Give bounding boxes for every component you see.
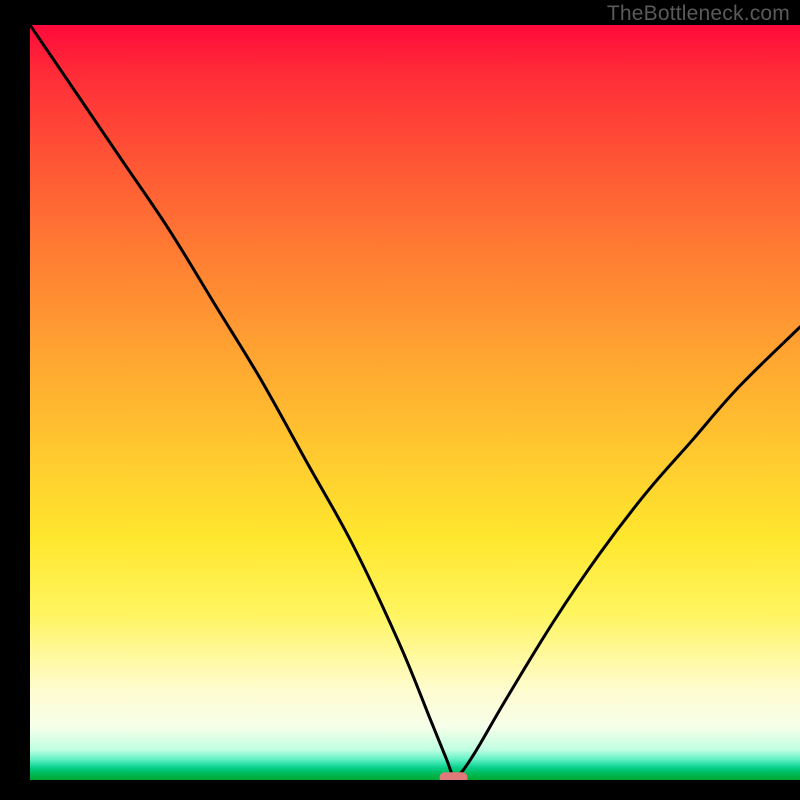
curve-layer — [30, 25, 800, 780]
chart-container: TheBottleneck.com — [0, 0, 800, 800]
bottleneck-curve — [30, 25, 800, 777]
attribution-text: TheBottleneck.com — [607, 2, 790, 26]
plot-area — [30, 25, 800, 780]
optimal-marker — [440, 772, 468, 780]
